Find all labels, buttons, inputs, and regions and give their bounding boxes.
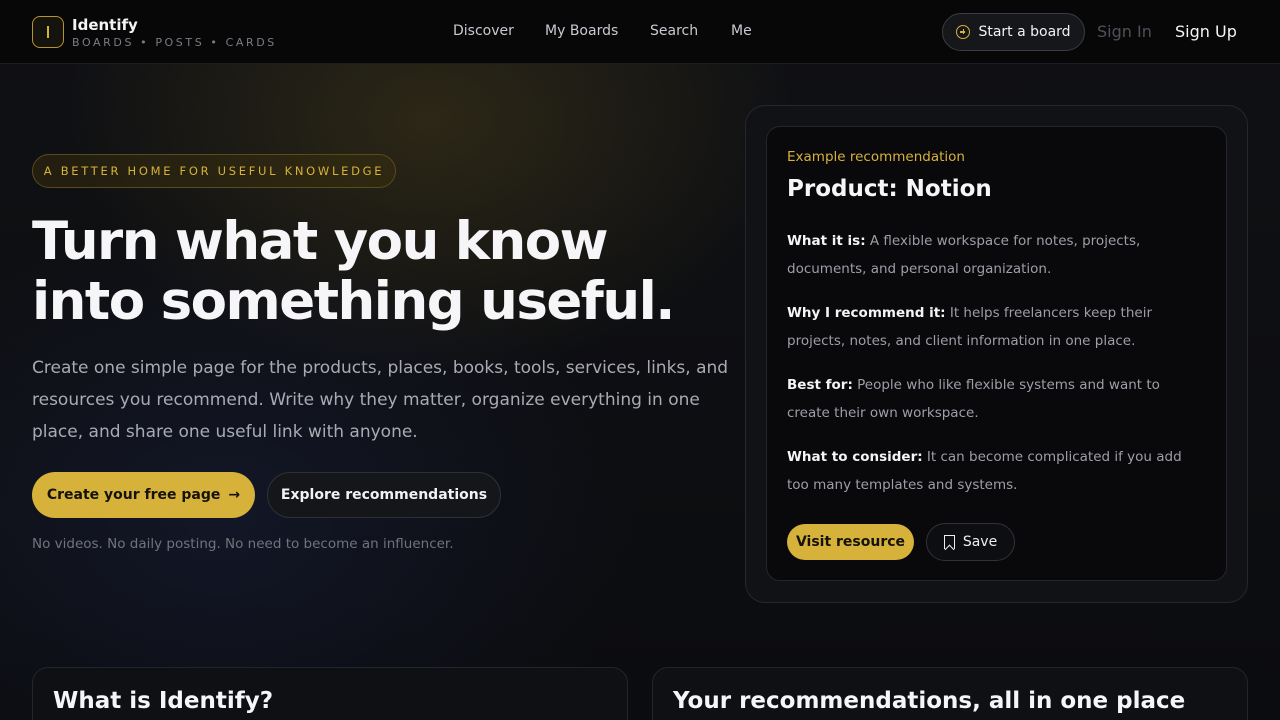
brand-name[interactable]: Identify — [72, 16, 138, 34]
hero-title: Turn what you know into something useful… — [32, 212, 752, 332]
save-button[interactable]: Save — [926, 523, 1015, 561]
plus-circle-icon — [956, 25, 971, 39]
card-field-best-for: Best for: People who like flexible syste… — [787, 371, 1207, 427]
arrow-right-icon: → — [228, 487, 241, 503]
nav-search[interactable]: Search — [650, 23, 698, 39]
explore-recommendations-button[interactable]: Explore recommendations — [267, 472, 501, 518]
nav-my-boards[interactable]: My Boards — [545, 23, 618, 39]
card-field-what-to-consider: What to consider: It can become complica… — [787, 443, 1207, 499]
card-field-label: What to consider: — [787, 449, 923, 465]
card-title: Product: Notion — [787, 176, 992, 202]
bookmark-icon — [943, 535, 955, 549]
visit-resource-button[interactable]: Visit resource — [787, 524, 914, 560]
section-title-recommendations: Your recommendations, all in one place — [673, 688, 1186, 714]
create-free-page-button[interactable]: Create your free page → — [32, 472, 255, 518]
sign-in-link[interactable]: Sign In — [1097, 22, 1152, 41]
hero-note: No videos. No daily posting. No need to … — [32, 536, 454, 552]
card-field-label: Best for: — [787, 377, 853, 393]
hero-title-line-1: Turn what you know — [32, 211, 609, 272]
card-field-label: What it is: — [787, 233, 866, 249]
brand-tagline: BOARDS • POSTS • CARDS — [72, 36, 277, 49]
start-board-button[interactable]: Start a board — [942, 13, 1085, 51]
save-label: Save — [962, 534, 998, 550]
create-free-page-label: Create your free page — [46, 487, 221, 503]
top-navbar: Identify BOARDS • POSTS • CARDS Discover… — [0, 0, 1280, 64]
start-board-label: Start a board — [978, 24, 1071, 40]
nav-discover[interactable]: Discover — [453, 23, 514, 39]
hero-eyebrow-badge: A BETTER HOME FOR USEFUL KNOWLEDGE — [32, 154, 396, 188]
sign-up-link[interactable]: Sign Up — [1175, 22, 1237, 41]
nav-me[interactable]: Me — [731, 23, 752, 39]
section-title-what-is: What is Identify? — [53, 688, 274, 714]
card-field-label: Why I recommend it: — [787, 305, 946, 321]
hero-title-line-2: into something useful. — [32, 271, 675, 332]
card-label: Example recommendation — [787, 149, 965, 165]
card-field-why-recommend: Why I recommend it: It helps freelancers… — [787, 299, 1207, 355]
hero-description: Create one simple page for the products,… — [32, 358, 729, 442]
card-field-what-it-is: What it is: A flexible workspace for not… — [787, 227, 1207, 283]
logo-icon[interactable] — [32, 16, 64, 48]
